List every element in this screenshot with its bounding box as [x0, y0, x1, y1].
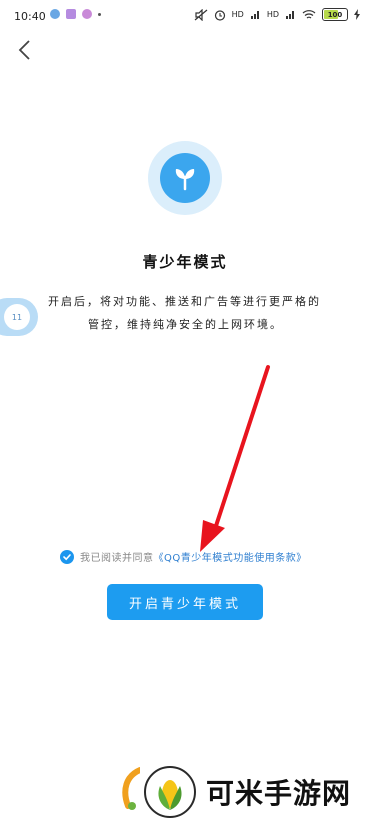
status-right: HD HD 100: [194, 8, 360, 21]
signal-icon: [250, 11, 259, 19]
mute-icon: [194, 8, 208, 21]
red-arrow-annotation: [200, 365, 270, 552]
signal-icon: [286, 11, 294, 19]
watermark: 可米手游网: [140, 762, 370, 822]
page-title: 青少年模式: [142, 253, 228, 271]
app-notification-icon: [82, 9, 92, 19]
charging-icon: [354, 9, 360, 20]
floating-assistant-button[interactable]: 11: [0, 298, 38, 336]
battery-icon: 100: [322, 8, 348, 21]
assistant-face-label: 11: [11, 312, 23, 322]
qq-notification-icon: [50, 9, 60, 19]
alarm-icon: [214, 9, 225, 21]
more-dot-icon: [98, 12, 101, 16]
agreement-text: 我已阅读并同意: [80, 553, 154, 564]
description-line: 管控，维持纯净安全的上网环境。: [88, 318, 283, 331]
sprout-icon: [160, 153, 210, 203]
agreement-row: 我已阅读并同意 《QQ青少年模式功能使用条款》: [60, 549, 340, 564]
wifi-icon: [302, 10, 316, 19]
description-line: 开启后，将对功能、推送和广告等进行更严格的: [48, 295, 321, 308]
signal-hd-label: HD: [266, 10, 279, 19]
status-bar: 10:40 HD HD 100: [0, 0, 370, 34]
enable-youth-mode-button[interactable]: 开启青少年模式: [107, 584, 263, 620]
assistant-face-icon: 11: [4, 304, 30, 330]
battery-percent: 100: [327, 10, 343, 19]
watermark-logo-icon: [144, 766, 196, 818]
signal-hd-label: HD: [231, 10, 244, 19]
app-notification-icon: [66, 9, 76, 19]
chevron-left-icon: [18, 40, 30, 60]
agreement-checkbox[interactable]: [60, 549, 74, 564]
status-time: 10:40: [14, 10, 46, 23]
description: 开启后，将对功能、推送和广告等进行更严格的 管控，维持纯净安全的上网环境。: [48, 290, 326, 336]
back-button[interactable]: [10, 36, 40, 66]
check-icon: [63, 553, 71, 560]
notification-icons: [50, 9, 101, 19]
youth-mode-logo: [148, 141, 222, 215]
watermark-text: 可米手游网: [206, 777, 352, 810]
agreement-terms-link[interactable]: 《QQ青少年模式功能使用条款》: [154, 549, 307, 564]
